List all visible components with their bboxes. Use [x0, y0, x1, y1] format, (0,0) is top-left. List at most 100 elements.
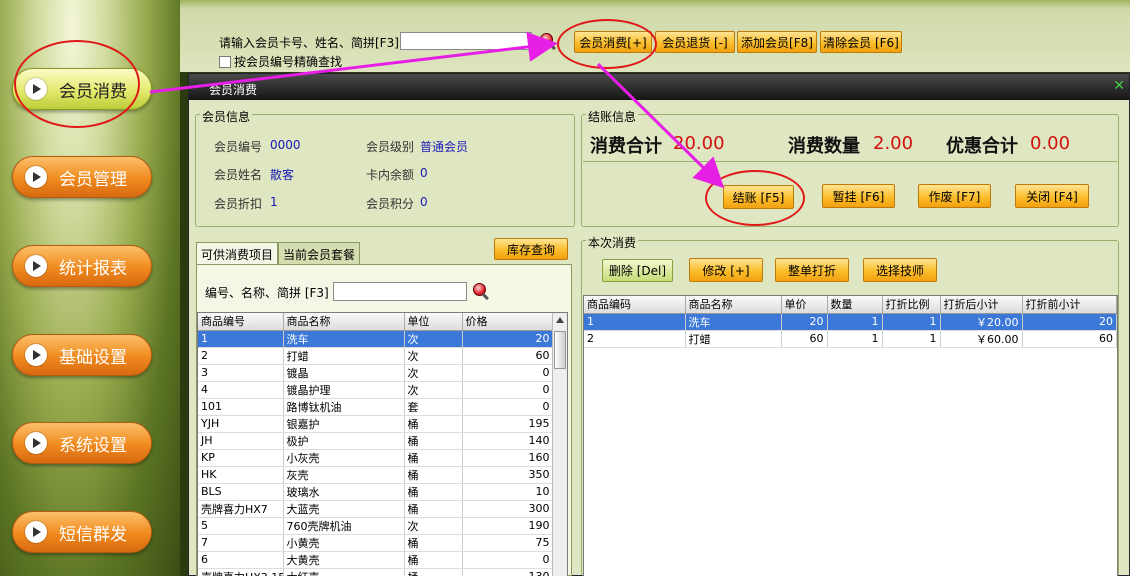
void-button[interactable]: 作废 [F7] [918, 184, 991, 208]
table-cell: 桶 [404, 466, 463, 484]
table-cell: 次 [404, 364, 463, 382]
table-row[interactable]: HK 灰壳桶 350 [198, 466, 554, 484]
current-consume-title: 本次消费 [586, 234, 639, 251]
item-search-label: 编号、名称、简拼 [F3] [205, 286, 329, 300]
table-row[interactable]: 2 打蜡 60 1 1 ￥60.00 60 [584, 330, 1117, 348]
table-cell: JH [198, 432, 284, 450]
search-icon[interactable] [540, 33, 558, 51]
exact-search-label: 按会员编号精确查找 [234, 55, 343, 69]
member-consume-button[interactable]: 会员消费[+] [574, 31, 652, 53]
nav-item-label: 会员消费 [59, 81, 127, 102]
column-header[interactable]: 打折后小计 [940, 296, 1023, 314]
nav-item-3[interactable]: 基础设置 [12, 334, 152, 376]
column-header[interactable]: 价格 [462, 313, 554, 331]
tab-member-package[interactable]: 当前会员套餐 [278, 242, 361, 264]
table-cell: 洗车 [685, 313, 782, 331]
checkout-info-group: 结账信息 [581, 108, 1119, 227]
table-row[interactable]: BLS 玻璃水桶 10 [198, 483, 554, 501]
quantity-label: 消费数量 [788, 136, 860, 157]
nav-item-1[interactable]: 会员管理 [12, 156, 152, 198]
pay-button[interactable]: 结账 [F5] [723, 185, 794, 209]
table-row[interactable]: 5 760壳牌机油次 190 [198, 517, 554, 535]
clear-member-button[interactable]: 清除会员 [F6] [820, 31, 902, 53]
table-cell: 0 [462, 551, 554, 569]
play-icon [25, 255, 47, 277]
whole-order-discount-button[interactable]: 整单打折 [775, 258, 849, 282]
nav-item-2[interactable]: 统计报表 [12, 245, 152, 287]
table-row[interactable]: 3 镀晶次 0 [198, 364, 554, 382]
table-cell: 大红壳 [283, 568, 405, 576]
table-cell: 20 [462, 330, 554, 348]
table-cell: 大蓝壳 [283, 500, 405, 518]
hold-button[interactable]: 暂挂 [F6] [822, 184, 895, 208]
select-technician-button[interactable]: 选择技师 [863, 258, 937, 282]
column-header[interactable]: 单价 [781, 296, 828, 314]
column-header[interactable]: 商品编码 [584, 296, 686, 314]
table-cell: BLS [198, 483, 284, 501]
nav-item-5[interactable]: 短信群发 [12, 511, 152, 553]
table-row[interactable]: KP 小灰壳桶 160 [198, 449, 554, 467]
table-cell: 1 [198, 330, 284, 348]
table-cell: 桶 [404, 415, 463, 433]
table-row[interactable]: JH 极护桶 140 [198, 432, 554, 450]
member-refund-button[interactable]: 会员退货 [-] [655, 31, 735, 53]
delete-button[interactable]: 删除 [Del] [602, 259, 673, 282]
table-row[interactable]: 壳牌喜力HX7 大蓝壳桶 300 [198, 500, 554, 518]
table-cell: 300 [462, 500, 554, 518]
table-cell: 101 [198, 398, 284, 416]
table-row[interactable]: 7 小黄壳桶 75 [198, 534, 554, 552]
column-header[interactable]: 打折比例 [882, 296, 941, 314]
table-row[interactable]: YJH 银嘉护桶 195 [198, 415, 554, 433]
table-cell: 灰壳 [283, 466, 405, 484]
table-cell: 桶 [404, 500, 463, 518]
item-search-icon[interactable] [473, 283, 491, 301]
table-row[interactable]: 壳牌喜力HX3 15大红壳桶130 [198, 568, 554, 576]
table-cell: 60 [462, 347, 554, 365]
column-header[interactable]: 数量 [827, 296, 883, 314]
table-row[interactable]: 1 洗车次 20 [198, 330, 554, 348]
table-cell: 大黄壳 [283, 551, 405, 569]
column-header[interactable]: 单位 [404, 313, 463, 331]
table-cell: ￥20.00 [940, 313, 1023, 331]
total-value: 20.00 [673, 133, 725, 154]
item-search-input[interactable] [333, 282, 467, 301]
table-cell: 洗车 [283, 330, 405, 348]
table-cell: 140 [462, 432, 554, 450]
dialog-title-bar: 会员消费 [189, 74, 1129, 100]
table-cell: 20 [781, 313, 828, 331]
scroll-thumb[interactable] [554, 331, 566, 369]
table-cell: 75 [462, 534, 554, 552]
table-cell: 壳牌喜力HX3 15 [198, 568, 284, 576]
edit-button[interactable]: 修改 [+] [689, 258, 763, 282]
member-discount-label: 会员折扣 [214, 197, 263, 211]
nav-item-4[interactable]: 系统设置 [12, 422, 152, 464]
table-row[interactable]: 101 路博钛机油套 0 [198, 398, 554, 416]
play-icon [25, 166, 47, 188]
table-row[interactable]: 1 洗车 20 1 1 ￥20.00 20 [584, 313, 1117, 331]
checkbox-box[interactable] [219, 55, 231, 68]
scroll-up-icon[interactable] [556, 317, 564, 323]
table-cell: 银嘉护 [283, 415, 405, 433]
stock-query-button[interactable]: 库存查询 [494, 238, 568, 260]
card-balance-label: 卡内余额 [366, 168, 415, 182]
member-search-input[interactable] [400, 32, 532, 50]
nav-item-0[interactable]: 会员消费 [12, 68, 152, 110]
column-header[interactable]: 打折前小计 [1022, 296, 1117, 314]
play-icon [25, 432, 47, 454]
nav-item-label: 统计报表 [59, 258, 127, 279]
table-row[interactable]: 2 打蜡次 60 [198, 347, 554, 365]
column-header[interactable]: 商品名称 [283, 313, 405, 331]
products-scrollbar[interactable] [552, 313, 567, 576]
table-cell: 0 [462, 398, 554, 416]
add-member-button[interactable]: 添加会员[F8] [737, 31, 817, 53]
column-header[interactable]: 商品编号 [198, 313, 284, 331]
table-row[interactable]: 4 镀晶护理次 0 [198, 381, 554, 399]
exact-search-checkbox[interactable]: 按会员编号精确查找 [219, 53, 342, 70]
table-cell: 350 [462, 466, 554, 484]
tab-available-items[interactable]: 可供消费项目 [196, 242, 279, 264]
close-button[interactable]: 关闭 [F4] [1015, 184, 1089, 208]
table-row[interactable]: 6 大黄壳桶 0 [198, 551, 554, 569]
column-header[interactable]: 商品名称 [685, 296, 782, 314]
close-icon[interactable]: ✕ [1113, 78, 1125, 94]
table-cell: 路博钛机油 [283, 398, 405, 416]
